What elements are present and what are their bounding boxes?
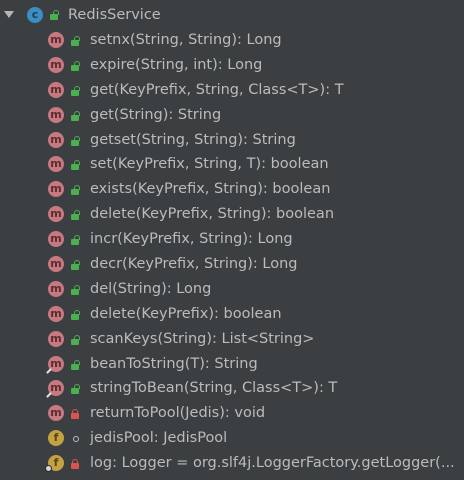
member-label: getset(String, String): String [90, 131, 296, 148]
public-lock-icon [50, 10, 59, 20]
method-icon: m [48, 56, 64, 73]
field-icon: f [48, 430, 64, 447]
member-label: returnToPool(Jedis): void [90, 405, 266, 422]
pin-overlay-icon [45, 367, 52, 374]
member-label: del(String): Long [90, 280, 212, 297]
member-label: delete(KeyPrefix, String): boolean [90, 206, 335, 223]
tree-item-method[interactable]: m incr(KeyPrefix, String): Long [0, 227, 464, 252]
method-icon: m [48, 32, 64, 48]
tree-root-redisservice[interactable]: c RedisService [0, 2, 464, 28]
class-name-label: RedisService [68, 7, 161, 23]
member-label: set(KeyPrefix, String, T): boolean [90, 156, 329, 173]
tree-item-method[interactable]: m set(KeyPrefix, String, T): boolean [0, 152, 464, 177]
public-lock-icon [71, 235, 80, 246]
member-label: log: Logger = org.slf4j.LoggerFactory.ge… [90, 455, 455, 472]
tree-item-method[interactable]: m get(KeyPrefix, String, Class<T>): T [0, 78, 464, 103]
tree-item-method[interactable]: m stringToBean(String, Class<T>): T [0, 376, 464, 401]
method-icon: m [48, 405, 64, 422]
member-label: scanKeys(String): List<String> [90, 330, 315, 347]
tree-item-method[interactable]: m del(String): Long [0, 277, 464, 302]
member-label: delete(KeyPrefix): boolean [90, 305, 282, 322]
method-icon: m [48, 181, 64, 198]
public-lock-icon [71, 309, 80, 320]
member-label: decr(KeyPrefix, String): Long [90, 256, 298, 273]
member-label: setnx(String, String): Long [90, 32, 282, 48]
tree-item-method[interactable]: m decr(KeyPrefix, String): Long [0, 252, 464, 277]
method-icon: m [48, 280, 64, 297]
public-lock-icon [71, 359, 80, 370]
member-label: get(String): String [90, 106, 222, 123]
public-lock-icon [71, 185, 80, 196]
member-label: get(KeyPrefix, String, Class<T>): T [90, 81, 344, 98]
member-label: exists(KeyPrefix, String): boolean [90, 181, 331, 198]
package-visibility-icon [73, 436, 79, 443]
tree-item-method[interactable]: m expire(String, int): Long [0, 53, 464, 78]
tree-item-method[interactable]: m setnx(String, String): Long [0, 28, 464, 53]
method-icon: m [48, 231, 64, 248]
pin-overlay-icon [45, 391, 52, 398]
public-lock-icon [71, 85, 80, 96]
private-lock-icon [71, 409, 79, 420]
tree-item-method[interactable]: m exists(KeyPrefix, String): boolean [0, 177, 464, 202]
method-icon: m [48, 156, 64, 173]
class-icon: c [27, 7, 43, 23]
public-lock-icon [71, 110, 80, 121]
member-label: beanToString(T): String [90, 355, 258, 372]
member-label: jedisPool: JedisPool [90, 430, 228, 447]
public-lock-icon [71, 135, 80, 146]
member-label: stringToBean(String, Class<T>): T [90, 380, 338, 397]
tree-item-method[interactable]: m returnToPool(Jedis): void [0, 401, 464, 426]
private-lock-icon [71, 459, 79, 470]
public-lock-icon [71, 260, 80, 271]
static-overlay-icon [45, 465, 52, 473]
public-lock-icon [71, 334, 80, 345]
member-label: incr(KeyPrefix, String): Long [90, 231, 293, 248]
member-label: expire(String, int): Long [90, 56, 263, 73]
public-lock-icon [71, 384, 80, 395]
structure-tree: c RedisService m setnx(String, String): L… [0, 2, 464, 476]
public-lock-icon [71, 210, 80, 221]
tree-item-method[interactable]: m scanKeys(String): List<String> [0, 327, 464, 352]
public-lock-icon [71, 284, 80, 295]
method-icon: m [48, 81, 64, 98]
public-lock-icon [71, 36, 80, 46]
tree-item-method[interactable]: m delete(KeyPrefix): boolean [0, 302, 464, 327]
method-icon: m [48, 131, 64, 148]
tree-item-method[interactable]: m delete(KeyPrefix, String): boolean [0, 202, 464, 227]
tree-item-method[interactable]: m getset(String, String): String [0, 128, 464, 153]
method-icon: m [48, 206, 64, 223]
tree-item-method[interactable]: m beanToString(T): String [0, 352, 464, 377]
method-icon: m [48, 305, 64, 322]
public-lock-icon [71, 60, 80, 71]
member-list: m setnx(String, String): Long m expire(Stri… [0, 28, 464, 476]
expand-arrow-icon[interactable] [4, 11, 14, 18]
method-icon: m [48, 256, 64, 273]
method-icon: m [48, 330, 64, 347]
method-icon: m [48, 106, 64, 123]
tree-item-method[interactable]: m get(String): String [0, 103, 464, 128]
tree-item-field[interactable]: f jedisPool: JedisPool [0, 426, 464, 451]
public-lock-icon [71, 160, 80, 171]
tree-item-field[interactable]: f log: Logger = org.slf4j.LoggerFactory.g… [0, 451, 464, 476]
